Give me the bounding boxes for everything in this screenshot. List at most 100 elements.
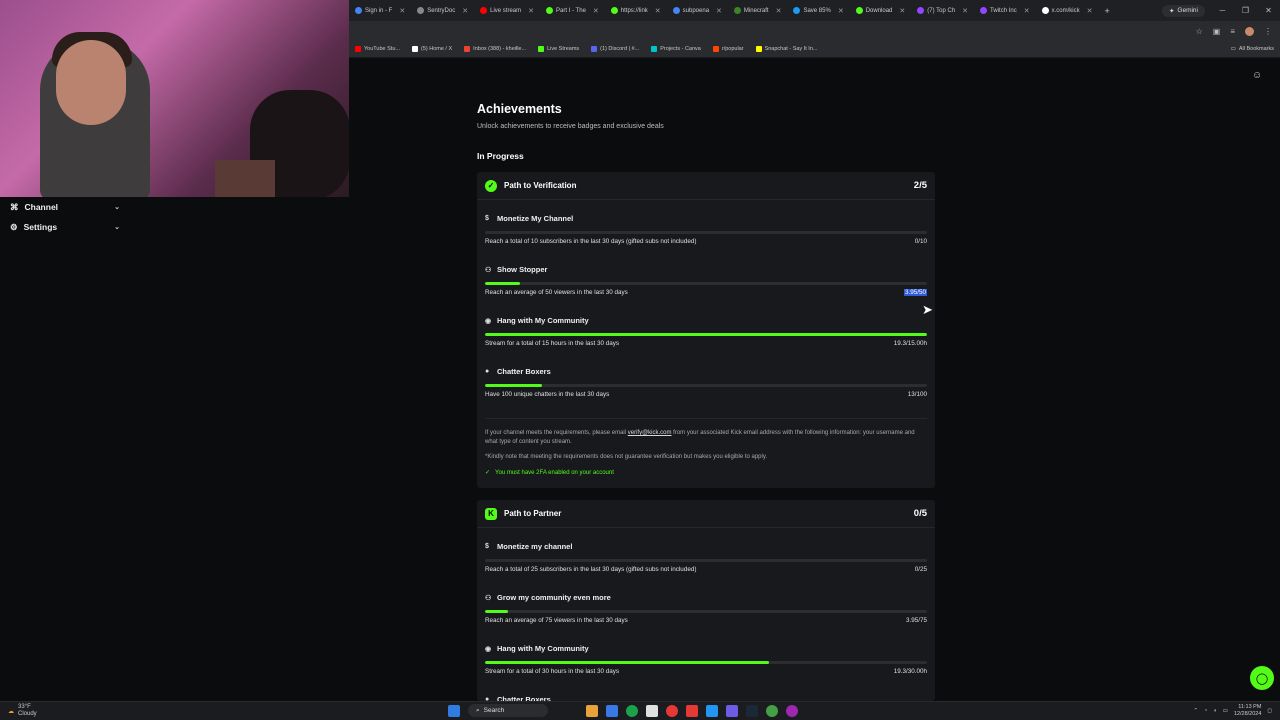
- gemini-button[interactable]: ✦ Gemini: [1161, 4, 1205, 17]
- battery-icon[interactable]: ▭: [1223, 708, 1228, 714]
- requirement-item: $ Monetize My Channel Reach a total of 10 …: [485, 214, 927, 262]
- clock[interactable]: 11:13 PM 12/28/2024: [1234, 704, 1262, 718]
- close-tab-icon[interactable]: ✕: [962, 7, 968, 15]
- browser-tab[interactable]: Download ✕: [850, 0, 912, 21]
- app-icon[interactable]: [706, 704, 718, 717]
- browser-tab[interactable]: subpoena ✕: [667, 0, 728, 21]
- taskbar-search[interactable]: ⌕ Search: [468, 704, 548, 717]
- bookmark-item[interactable]: (5) Home / X: [406, 46, 458, 52]
- close-tab-icon[interactable]: ✕: [399, 7, 405, 15]
- dollar-icon: $: [485, 215, 489, 222]
- favicon-icon: [355, 7, 362, 14]
- bookmark-item[interactable]: (1) Discord | #...: [585, 46, 645, 52]
- check-icon: ✓: [485, 470, 491, 476]
- favicon-icon: [917, 7, 925, 14]
- close-tab-icon[interactable]: ✕: [716, 7, 722, 15]
- bookmark-item[interactable]: YouTube Stu...: [349, 46, 406, 52]
- browser-tab[interactable]: Sign in - F ✕: [349, 0, 411, 21]
- requirement-description: Reach an average of 50 viewers in the la…: [485, 289, 628, 296]
- browser-tab[interactable]: Part I - The ✕: [540, 0, 605, 21]
- progress-bar: [485, 661, 927, 664]
- app-icon[interactable]: [766, 704, 778, 717]
- extensions-icon[interactable]: ▣: [1213, 27, 1221, 36]
- favicon-icon: [546, 7, 553, 14]
- requirement-title: Monetize my channel: [497, 542, 573, 551]
- close-tab-icon[interactable]: ✕: [899, 7, 905, 15]
- profile-avatar[interactable]: [1245, 26, 1254, 36]
- requirement-value: 0/10: [914, 238, 927, 245]
- all-bookmarks[interactable]: ▭ All Bookmarks: [1225, 46, 1280, 52]
- requirement-item: ⚇ Show Stopper Reach an average of 50 view…: [485, 265, 927, 313]
- channel-icon: ⌘: [10, 201, 19, 212]
- app-icon[interactable]: [786, 704, 798, 717]
- favicon-icon: [672, 7, 680, 14]
- windows-taskbar: ☁ 33°F Cloudy ⌕ Search ⌃ ◔ ◖ ▭ 11:13 PM 12/…: [0, 701, 1280, 720]
- chevron-up-icon[interactable]: ⌃: [1193, 708, 1198, 714]
- chevron-down-icon: ⌄: [114, 204, 120, 211]
- browser-tab[interactable]: https://link ✕: [605, 0, 667, 21]
- notification-icon[interactable]: ◻: [1267, 708, 1272, 714]
- start-icon[interactable]: [448, 704, 460, 717]
- sidebar-item-settings[interactable]: ⚙ Settings ⌄: [0, 217, 130, 237]
- kick-logo-icon: K: [485, 507, 497, 520]
- favicon-icon: [793, 7, 801, 14]
- close-tab-icon[interactable]: ✕: [528, 7, 534, 15]
- user-menu-icon[interactable]: ☺: [1252, 70, 1264, 84]
- close-tab-icon[interactable]: ✕: [462, 7, 468, 15]
- bookmark-item[interactable]: Projects - Canva: [645, 46, 707, 52]
- new-tab-button[interactable]: +: [1099, 0, 1116, 21]
- favicon-icon: [411, 46, 418, 52]
- wifi-icon[interactable]: ◔: [1204, 708, 1207, 714]
- verification-card-header[interactable]: ✓ Path to Verification 2/5: [477, 172, 935, 200]
- chat-bubble-icon: ◯: [1255, 672, 1269, 685]
- requirement-title: Grow my community even more: [497, 593, 611, 602]
- progress-bar: [485, 282, 927, 285]
- browser-tab[interactable]: Live stream ✕: [474, 0, 540, 21]
- app-icon[interactable]: [746, 704, 758, 717]
- browser-tab[interactable]: Twitch Inc ✕: [974, 0, 1036, 21]
- favicon-icon: [1041, 7, 1049, 14]
- app-icon[interactable]: [626, 704, 638, 717]
- close-window-button[interactable]: ✕: [1257, 6, 1280, 15]
- bookmark-item[interactable]: Snapchat - Say It In...: [750, 46, 824, 52]
- partner-card-header[interactable]: K Path to Partner 0/5: [477, 500, 935, 528]
- browser-tab[interactable]: x.com/kick ✕: [1036, 0, 1099, 21]
- star-icon[interactable]: ☆: [1196, 27, 1203, 36]
- browser-tab[interactable]: Minecraft ✕: [728, 0, 788, 21]
- bookmark-item[interactable]: Inbox (388) - kheille...: [458, 46, 532, 52]
- app-icon[interactable]: [726, 704, 738, 717]
- browser-tab[interactable]: Save 85% ✕: [787, 0, 849, 21]
- progress-bar: [485, 231, 927, 234]
- app-icon[interactable]: [586, 704, 598, 717]
- bookmark-item[interactable]: Live Streams: [532, 46, 585, 52]
- progress-bar: [485, 384, 927, 387]
- favicon-icon: [712, 46, 719, 52]
- close-tab-icon[interactable]: ✕: [1024, 7, 1030, 15]
- close-tab-icon[interactable]: ✕: [593, 7, 599, 15]
- email-link[interactable]: verify@kick.com: [628, 430, 672, 436]
- app-icon[interactable]: [606, 704, 618, 717]
- close-tab-icon[interactable]: ✕: [1087, 7, 1093, 15]
- partner-card: K Path to Partner 0/5 $ Monetize my chann…: [477, 500, 935, 701]
- close-tab-icon[interactable]: ✕: [838, 7, 844, 15]
- weather-widget[interactable]: ☁ 33°F Cloudy: [0, 704, 37, 718]
- support-chat-button[interactable]: ◯: [1250, 666, 1274, 690]
- menu-icon[interactable]: ≡: [1230, 27, 1235, 36]
- bookmark-item[interactable]: r/popular: [707, 46, 750, 52]
- minimize-button[interactable]: ─: [1211, 6, 1234, 15]
- close-tab-icon[interactable]: ✕: [776, 7, 782, 15]
- maximize-button[interactable]: ❐: [1234, 6, 1257, 15]
- favicon-icon: [651, 46, 658, 52]
- app-icon[interactable]: [686, 704, 698, 717]
- more-icon[interactable]: ⋮: [1264, 27, 1272, 36]
- app-icon[interactable]: [666, 704, 678, 717]
- browser-tab[interactable]: SentryDoc ✕: [411, 0, 474, 21]
- verification-note: If your channel meets the requirements, …: [485, 430, 915, 445]
- close-tab-icon[interactable]: ✕: [655, 7, 661, 15]
- browser-tab-bar: Sign in - F ✕ SentryDoc ✕ Live stream ✕ Part I…: [349, 0, 1280, 21]
- browser-tab[interactable]: (7) Top Ch ✕: [911, 0, 974, 21]
- volume-icon[interactable]: ◖: [1213, 708, 1216, 714]
- app-icon[interactable]: [646, 704, 658, 717]
- progress-fill: [485, 661, 770, 664]
- sidebar-item-channel[interactable]: ⌘ Channel ⌄: [0, 197, 130, 217]
